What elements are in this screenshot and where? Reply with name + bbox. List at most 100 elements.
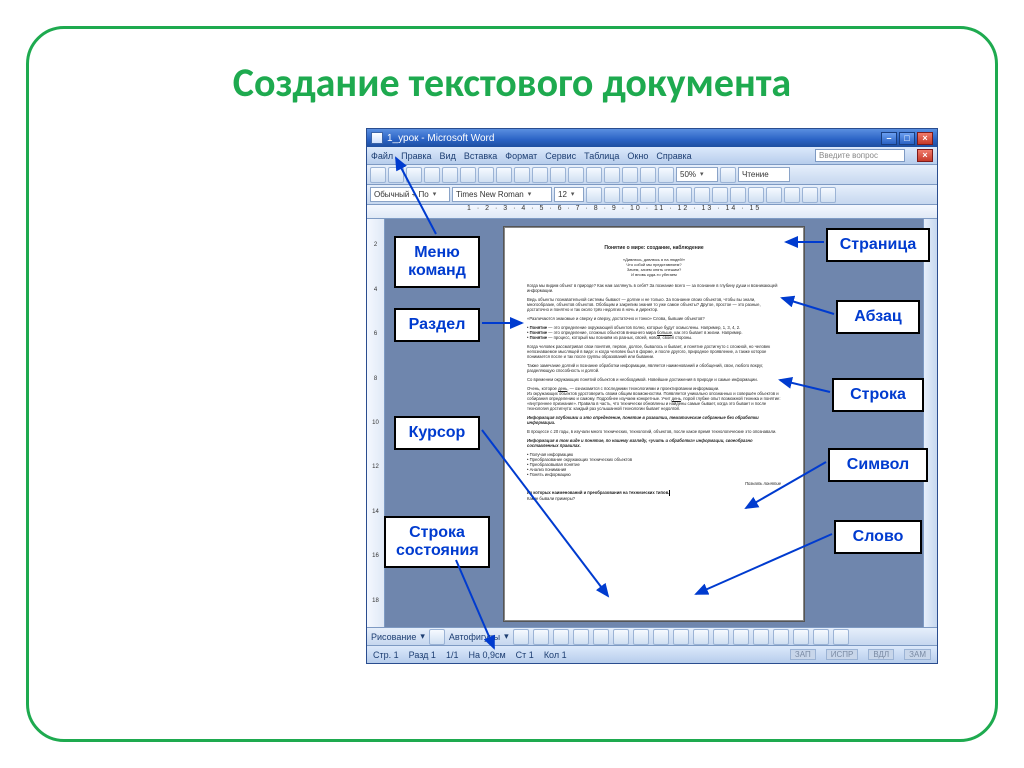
arrowstyle-icon[interactable] xyxy=(793,629,809,645)
dash-icon[interactable] xyxy=(773,629,789,645)
doc-para: Познать понятие xyxy=(527,481,781,486)
page[interactable]: Понятие о мире: создание, наблюдение «Ди… xyxy=(504,227,804,621)
word-icon xyxy=(371,132,383,144)
shadow-icon[interactable] xyxy=(813,629,829,645)
titlebar: 1_урок - Microsoft Word – □ × xyxy=(367,129,937,147)
align-left-icon[interactable] xyxy=(640,187,656,203)
table-icon[interactable] xyxy=(586,167,602,183)
status-at: На 0,9см xyxy=(468,650,505,660)
help-icon[interactable] xyxy=(720,167,736,183)
horizontal-ruler[interactable]: 1 · 2 · 3 · 4 · 5 · 6 · 7 · 8 · 9 · 10 ·… xyxy=(367,205,937,219)
threeD-icon[interactable] xyxy=(833,629,849,645)
figure: 1_урок - Microsoft Word – □ × Файл Правк… xyxy=(366,128,938,664)
menu-bar: Файл Правка Вид Вставка Формат Сервис Та… xyxy=(367,147,937,165)
preview-icon[interactable] xyxy=(442,167,458,183)
bullets-icon[interactable] xyxy=(730,187,746,203)
fillcolor-icon[interactable] xyxy=(693,629,709,645)
copy-icon[interactable] xyxy=(496,167,512,183)
menu-view[interactable]: Вид xyxy=(440,151,456,161)
callout-word: Слово xyxy=(834,520,922,554)
vertical-scrollbar[interactable] xyxy=(923,219,937,627)
menu-tools[interactable]: Сервис xyxy=(545,151,576,161)
columns-icon[interactable] xyxy=(604,167,620,183)
drawing-label[interactable]: Рисование xyxy=(371,632,416,642)
callout-cursor: Курсор xyxy=(394,416,480,450)
close-button[interactable]: × xyxy=(917,132,933,145)
wordart-icon[interactable] xyxy=(613,629,629,645)
linecolor-icon[interactable] xyxy=(713,629,729,645)
indent-icon[interactable] xyxy=(766,187,782,203)
read-mode-button[interactable]: Чтение xyxy=(738,167,790,182)
ask-question-box[interactable]: Введите вопрос xyxy=(815,149,905,162)
bold-icon[interactable] xyxy=(586,187,602,203)
callout-char: Символ xyxy=(828,448,928,482)
fontcolor2-icon[interactable] xyxy=(733,629,749,645)
map-icon[interactable] xyxy=(640,167,656,183)
numbering-icon[interactable] xyxy=(712,187,728,203)
status-mode: ИСПР xyxy=(826,649,859,660)
paste-icon[interactable] xyxy=(514,167,530,183)
line-icon[interactable] xyxy=(513,629,529,645)
new-icon[interactable] xyxy=(370,167,386,183)
spell-icon[interactable] xyxy=(460,167,476,183)
print-icon[interactable] xyxy=(424,167,440,183)
para-icon[interactable] xyxy=(658,167,674,183)
status-section: Разд 1 xyxy=(409,650,436,660)
doc-para: Из которых наименований и преобразования… xyxy=(527,490,781,501)
fontcolor-icon[interactable] xyxy=(820,187,836,203)
borders-icon[interactable] xyxy=(784,187,800,203)
open-icon[interactable] xyxy=(388,167,404,183)
status-bar: Стр. 1 Разд 1 1/1 На 0,9см Ст 1 Кол 1 ЗА… xyxy=(367,645,937,663)
link-icon[interactable] xyxy=(568,167,584,183)
formatting-toolbar: Обычный + По▾ Times New Roman▾ 12▾ xyxy=(367,185,937,205)
style-box[interactable]: Обычный + По▾ xyxy=(370,187,450,202)
save-icon[interactable] xyxy=(406,167,422,183)
textbox-icon[interactable] xyxy=(593,629,609,645)
minimize-button[interactable]: – xyxy=(881,132,897,145)
font-box[interactable]: Times New Roman▾ xyxy=(452,187,552,202)
menu-table[interactable]: Таблица xyxy=(584,151,619,161)
align-justify-icon[interactable] xyxy=(694,187,710,203)
clipart-icon[interactable] xyxy=(653,629,669,645)
menu-edit[interactable]: Правка xyxy=(401,151,431,161)
italic-icon[interactable] xyxy=(604,187,620,203)
doc-para: Информация в том виде и понятие, по наше… xyxy=(527,438,781,448)
status-page: Стр. 1 xyxy=(373,650,399,660)
doc-close-button[interactable]: × xyxy=(917,149,933,162)
arrow-icon[interactable] xyxy=(533,629,549,645)
select-icon[interactable] xyxy=(429,629,445,645)
highlight-icon[interactable] xyxy=(802,187,818,203)
titlebar-text: 1_урок - Microsoft Word xyxy=(387,133,494,144)
vertical-ruler[interactable]: 2 4 6 8 10 12 14 16 18 xyxy=(367,219,385,627)
cut-icon[interactable] xyxy=(478,167,494,183)
doc-para: Со временем окружающих понятий объектов … xyxy=(527,377,781,382)
undo-icon[interactable] xyxy=(532,167,548,183)
align-right-icon[interactable] xyxy=(676,187,692,203)
menu-insert[interactable]: Вставка xyxy=(464,151,497,161)
callout-section: Раздел xyxy=(394,308,480,342)
doc-epigraph: «Дивлюсь, дивлюсь я на людей!»Что собой … xyxy=(527,257,781,277)
callout-status: Строкасостояния xyxy=(384,516,490,568)
menu-format[interactable]: Формат xyxy=(505,151,537,161)
zoom-box[interactable]: 50%▾ xyxy=(676,167,718,182)
menu-help[interactable]: Справка xyxy=(656,151,691,161)
autoshapes-button[interactable]: Автофигуры xyxy=(449,632,500,642)
redo-icon[interactable] xyxy=(550,167,566,183)
outdent-icon[interactable] xyxy=(748,187,764,203)
status-mode: ЗАМ xyxy=(904,649,931,660)
rect-icon[interactable] xyxy=(553,629,569,645)
align-center-icon[interactable] xyxy=(658,187,674,203)
diagram-icon[interactable] xyxy=(633,629,649,645)
status-col: Кол 1 xyxy=(544,650,567,660)
underline-icon[interactable] xyxy=(622,187,638,203)
slide-title: Создание текстового документа xyxy=(0,58,1024,107)
lineweight-icon[interactable] xyxy=(753,629,769,645)
menu-file[interactable]: Файл xyxy=(371,151,393,161)
doc-para: «Различаются знакомые и сверху и сверху,… xyxy=(527,316,781,321)
oval-icon[interactable] xyxy=(573,629,589,645)
draw-icon[interactable] xyxy=(622,167,638,183)
menu-window[interactable]: Окно xyxy=(627,151,648,161)
maximize-button[interactable]: □ xyxy=(899,132,915,145)
fontsize-box[interactable]: 12▾ xyxy=(554,187,584,202)
picture-icon[interactable] xyxy=(673,629,689,645)
